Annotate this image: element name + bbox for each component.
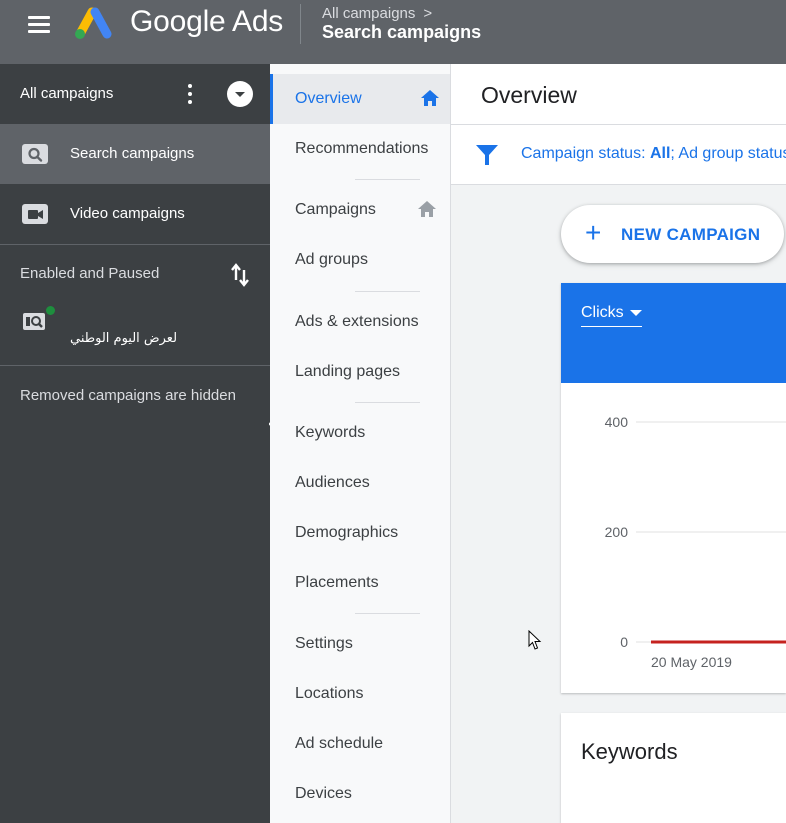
clicks-line-chart: 400 200 0 20 May 2019: [605, 414, 786, 670]
top-bar: Google Ads All campaigns > Search campaig…: [0, 0, 786, 64]
breadcrumb-current: Search campaigns: [322, 22, 482, 42]
nav-item-placements[interactable]: Placements: [270, 558, 450, 608]
nav-item-demographics[interactable]: Demographics: [270, 508, 450, 558]
google-ads-logo: [75, 7, 112, 39]
status-filter-label: Enabled and Paused: [20, 265, 160, 282]
y-tick-label: 400: [605, 414, 629, 430]
chevron-right-icon: >: [423, 5, 433, 22]
performance-chart-card: Clicks 400 200 0 20 May 2019: [561, 283, 786, 693]
nav-item-label: Ad groups: [295, 251, 368, 268]
filter-icon[interactable]: [475, 144, 499, 166]
nav-item-label: Settings: [295, 635, 353, 652]
plus-icon: +: [585, 217, 602, 248]
divider: [0, 365, 270, 366]
search-campaign-icon[interactable]: [22, 310, 50, 332]
sidebar-item-label: Video campaigns: [70, 205, 185, 222]
page-title: Overview: [481, 82, 577, 108]
metric-label: Clicks: [581, 304, 624, 321]
campaign-status-filter[interactable]: Campaign status: All; Ad group status: [521, 145, 786, 163]
removed-campaigns-note: Removed campaigns are hidden: [20, 387, 236, 404]
campaign-panel: All campaigns Search campaigns Video cam…: [0, 64, 270, 823]
sidebar-item-video-campaigns[interactable]: Video campaigns: [0, 184, 270, 244]
nav-item-label: Ads & extensions: [295, 313, 419, 330]
divider: [355, 179, 420, 180]
search-campaign-icon: [22, 144, 48, 164]
breadcrumb-parent[interactable]: All campaigns >: [322, 5, 432, 22]
breadcrumb-parent-label: All campaigns: [322, 5, 416, 22]
page-menu: Overview Recommendations Campaigns Ad gr…: [270, 64, 451, 823]
video-campaign-icon: [22, 204, 48, 224]
nav-item-campaigns[interactable]: Campaigns: [270, 185, 450, 235]
mouse-cursor-icon: [528, 630, 542, 650]
nav-item-locations[interactable]: Locations: [270, 669, 450, 719]
all-campaigns-label[interactable]: All campaigns: [20, 85, 113, 102]
nav-item-label: Demographics: [295, 524, 399, 541]
divider: [355, 291, 420, 292]
filter-prefix: Campaign status:: [521, 145, 650, 162]
sidebar-item-search-campaigns[interactable]: Search campaigns: [0, 124, 270, 184]
dropdown-circle-icon[interactable]: [227, 81, 253, 107]
y-tick-label: 200: [605, 524, 629, 540]
chart-header: Clicks: [561, 283, 786, 383]
nav-item-overview[interactable]: Overview: [270, 74, 450, 124]
filter-value: All: [649, 145, 671, 162]
more-vert-icon[interactable]: [186, 82, 194, 106]
nav-item-label: Audiences: [295, 474, 370, 491]
nav-item-label: Recommendations: [295, 140, 429, 157]
nav-item-recommendations[interactable]: Recommendations: [270, 124, 450, 174]
header-divider: [300, 4, 301, 44]
nav-item-label: Locations: [295, 685, 364, 702]
nav-item-keywords[interactable]: Keywords: [270, 408, 450, 458]
keywords-card: Keywords: [561, 713, 786, 823]
page-header: Overview: [451, 64, 786, 125]
nav-item-label: Ad schedule: [295, 735, 384, 752]
divider: [0, 244, 270, 245]
dropdown-arrow-icon: [629, 309, 642, 316]
nav-item-ad-schedule[interactable]: Ad schedule: [270, 719, 450, 769]
nav-item-audiences[interactable]: Audiences: [270, 458, 450, 508]
campaign-panel-header: All campaigns: [0, 64, 270, 124]
x-tick-label: 20 May 2019: [651, 654, 732, 670]
menu-icon[interactable]: [26, 13, 54, 37]
nav-item-ads-extensions[interactable]: Ads & extensions: [270, 297, 450, 347]
new-campaign-label: NEW CAMPAIGN: [621, 225, 761, 244]
filter-bar: Campaign status: All; Ad group status: [451, 125, 786, 185]
sidebar-item-label: Search campaigns: [70, 145, 195, 162]
nav-item-settings[interactable]: Settings: [270, 619, 450, 669]
y-tick-label: 0: [620, 634, 628, 650]
nav-item-label: Campaigns: [295, 201, 376, 218]
divider: [355, 402, 420, 403]
enabled-status-dot: [46, 306, 55, 315]
new-campaign-button[interactable]: + NEW CAMPAIGN: [561, 205, 784, 263]
nav-item-label: Overview: [295, 90, 362, 107]
nav-item-label: Devices: [295, 785, 352, 802]
nav-item-label: Landing pages: [295, 363, 400, 380]
main-content: Overview Campaign status: All; Ad group …: [451, 64, 786, 823]
metric-dropdown[interactable]: Clicks: [581, 304, 642, 327]
nav-item-devices[interactable]: Devices: [270, 769, 450, 819]
keywords-card-title: Keywords: [581, 739, 678, 764]
nav-item-ad-groups[interactable]: Ad groups: [270, 235, 450, 285]
filter-rest: ; Ad group status: [670, 145, 786, 162]
home-icon: [421, 90, 439, 106]
campaign-name[interactable]: لعرض اليوم الوطني: [70, 331, 177, 346]
nav-item-landing-pages[interactable]: Landing pages: [270, 347, 450, 397]
nav-item-label: Placements: [295, 574, 379, 591]
nav-item-label: Keywords: [295, 424, 366, 441]
home-icon: [418, 201, 436, 217]
sort-icon[interactable]: [230, 263, 250, 287]
divider: [355, 613, 420, 614]
brand-name: Google Ads: [130, 5, 284, 38]
